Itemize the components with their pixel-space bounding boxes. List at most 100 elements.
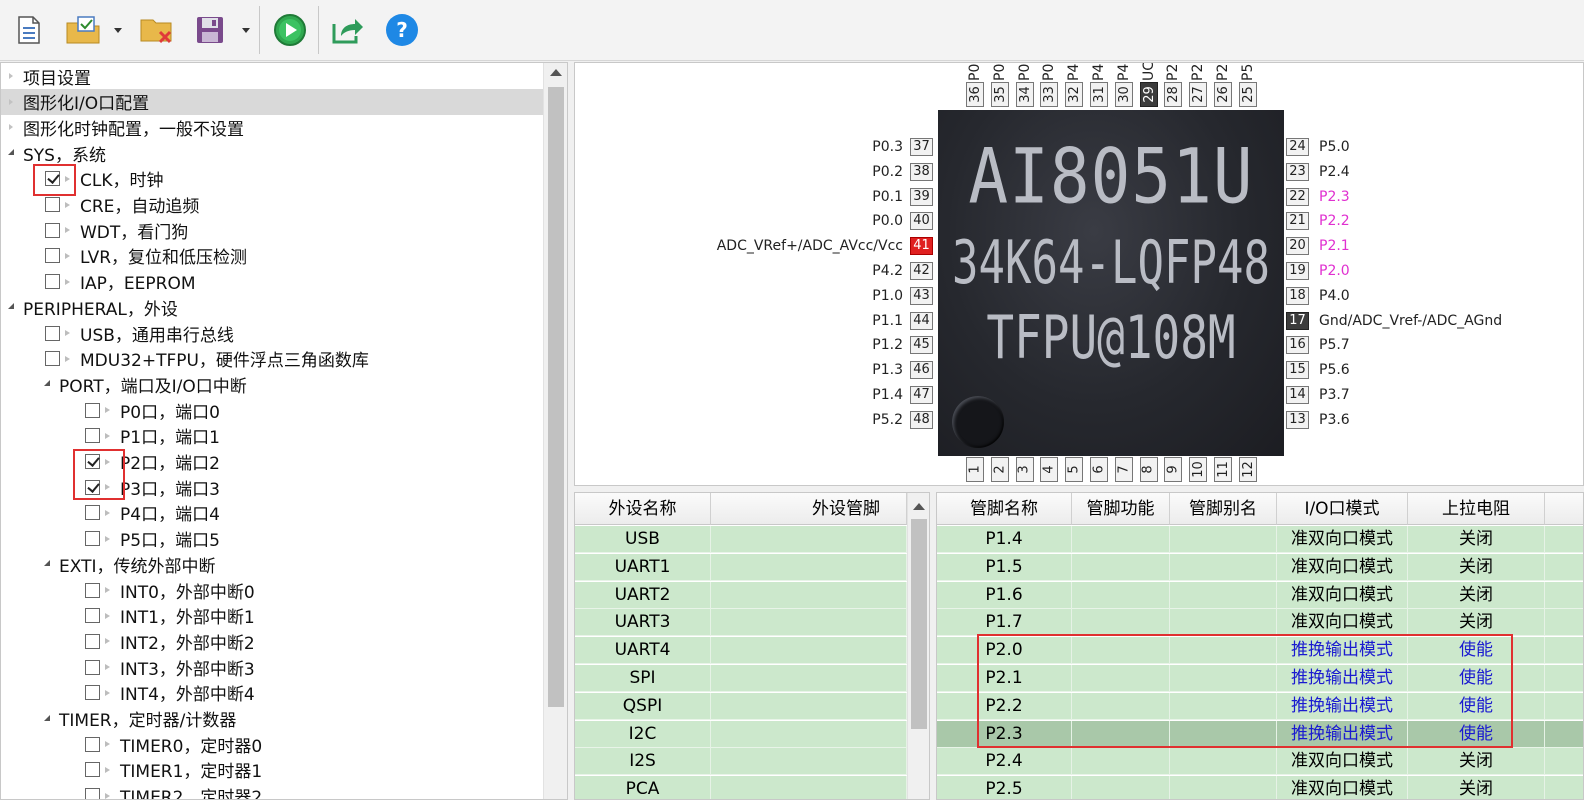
pin-number[interactable]: 17 bbox=[1286, 311, 1309, 330]
table-row[interactable]: SPI bbox=[575, 665, 907, 692]
scroll-up-icon[interactable] bbox=[913, 503, 925, 510]
pin-number[interactable]: 21 bbox=[1286, 212, 1309, 231]
pin-number[interactable]: 34 bbox=[1015, 82, 1034, 107]
tree-item-checkable[interactable]: LVR，复位和低压检测 bbox=[1, 243, 544, 269]
tree-item-checkable[interactable]: INT3，外部中断3 bbox=[1, 654, 544, 680]
pin-number[interactable]: 18 bbox=[1286, 286, 1309, 305]
collapse-arrow-icon[interactable] bbox=[41, 551, 53, 577]
pin-number[interactable]: 26 bbox=[1214, 82, 1232, 107]
tree-group[interactable]: SYS，系统 bbox=[1, 140, 544, 166]
pin-number[interactable]: 33 bbox=[1040, 82, 1059, 107]
io-mode-cell[interactable]: 准双向口模式 bbox=[1277, 748, 1408, 776]
pullup-cell[interactable]: 关闭 bbox=[1408, 748, 1545, 776]
tree-item-checkable[interactable]: INT2，外部中断2 bbox=[1, 628, 544, 654]
table-row[interactable]: P1.6 准双向口模式 关闭 bbox=[937, 581, 1583, 609]
pin-number[interactable]: 3 bbox=[1015, 457, 1034, 482]
table-row[interactable]: UART1 bbox=[575, 553, 907, 581]
pin-number[interactable]: 4 bbox=[1040, 457, 1059, 482]
pullup-cell[interactable]: 关闭 bbox=[1408, 776, 1545, 799]
table-row[interactable]: P2.4 准双向口模式 关闭 bbox=[937, 748, 1583, 776]
pin-number[interactable]: 39 bbox=[910, 187, 933, 206]
pin-number[interactable]: 38 bbox=[910, 162, 933, 181]
pin-number[interactable]: 31 bbox=[1090, 82, 1108, 107]
tree-group[interactable]: PERIPHERAL，外设 bbox=[1, 294, 544, 320]
pin-number[interactable]: 43 bbox=[910, 286, 933, 305]
tree-item-checkable[interactable]: P1口，端口1 bbox=[1, 423, 544, 449]
table-row[interactable]: PCA bbox=[575, 776, 907, 799]
column-header[interactable]: 管脚别名 bbox=[1170, 493, 1277, 525]
tree-item-checkable[interactable]: INT0，外部中断0 bbox=[1, 577, 544, 603]
pin-number[interactable]: 19 bbox=[1286, 262, 1309, 280]
tree-item-checkable[interactable]: CRE，自动追频 bbox=[1, 192, 544, 218]
pin-number[interactable]: 30 bbox=[1114, 82, 1133, 107]
pin-number[interactable]: 37 bbox=[910, 138, 933, 156]
pin-number[interactable]: 20 bbox=[1286, 237, 1309, 256]
tree-item[interactable]: 图形化I/O口配置 bbox=[1, 88, 544, 115]
pin-number[interactable]: 5 bbox=[1065, 457, 1084, 482]
tree-item[interactable]: 图形化时钟配置，一般不设置 bbox=[1, 114, 544, 140]
pin-number[interactable]: 23 bbox=[1286, 162, 1309, 181]
table-row[interactable]: USB bbox=[575, 526, 907, 553]
pin-number[interactable]: 7 bbox=[1114, 457, 1133, 482]
table-row[interactable]: UART3 bbox=[575, 609, 907, 637]
tree-checkbox[interactable] bbox=[85, 428, 100, 444]
table-row[interactable]: UART4 bbox=[575, 637, 907, 665]
new-file-button[interactable] bbox=[9, 10, 49, 50]
scroll-up-icon[interactable] bbox=[550, 69, 562, 76]
tree-item-checkable[interactable]: TIMER2，定时器2 bbox=[1, 783, 544, 799]
column-header[interactable]: 上拉电阻 bbox=[1408, 493, 1545, 525]
pin-number[interactable]: 15 bbox=[1286, 361, 1309, 380]
pullup-cell[interactable]: 关闭 bbox=[1408, 526, 1545, 553]
column-header[interactable]: I/O口模式 bbox=[1277, 493, 1408, 525]
pin-number[interactable]: 47 bbox=[910, 386, 933, 404]
tree-group[interactable]: TIMER，定时器/计数器 bbox=[1, 706, 544, 732]
tree-checkbox[interactable] bbox=[85, 659, 100, 675]
tree-checkbox[interactable] bbox=[85, 531, 100, 547]
pin-number[interactable]: 40 bbox=[910, 212, 933, 231]
pin-number[interactable]: 42 bbox=[910, 262, 933, 280]
tree-item-checkable[interactable]: USB，通用串行总线 bbox=[1, 320, 544, 346]
pin-number[interactable]: 22 bbox=[1286, 187, 1309, 206]
tree-item-checkable[interactable]: IAP，EEPROM bbox=[1, 269, 544, 295]
tree-checkbox[interactable] bbox=[85, 633, 100, 649]
table-row[interactable]: QSPI bbox=[575, 692, 907, 720]
tree-checkbox[interactable] bbox=[85, 762, 100, 778]
pin-number[interactable]: 2 bbox=[990, 457, 1009, 482]
pin-number[interactable]: 27 bbox=[1189, 82, 1208, 107]
pin-number[interactable]: 35 bbox=[990, 82, 1009, 107]
tree-checkbox[interactable] bbox=[85, 402, 100, 418]
tree-checkbox[interactable] bbox=[45, 274, 60, 290]
tree-item-checkable[interactable]: INT4，外部中断4 bbox=[1, 680, 544, 706]
open-dropdown-icon[interactable] bbox=[113, 26, 123, 34]
save-button[interactable] bbox=[190, 10, 230, 50]
table-row[interactable]: P2.5 准双向口模式 关闭 bbox=[937, 776, 1583, 799]
column-header[interactable]: 管脚功能 bbox=[1072, 493, 1170, 525]
pin-number[interactable]: 41 bbox=[910, 237, 933, 256]
tree-checkbox[interactable] bbox=[45, 197, 60, 212]
tree-item-checkable[interactable]: P4口，端口4 bbox=[1, 500, 544, 526]
tree-group[interactable]: EXTI，传统外部中断 bbox=[1, 551, 544, 577]
tree-item-checkable[interactable]: P5口，端口5 bbox=[1, 526, 544, 552]
table-row[interactable]: P1.7 准双向口模式 关闭 bbox=[937, 609, 1583, 637]
collapse-arrow-icon[interactable] bbox=[41, 371, 53, 397]
tree-checkbox[interactable] bbox=[45, 325, 60, 341]
tree-checkbox[interactable] bbox=[85, 608, 100, 624]
help-button[interactable]: ? bbox=[382, 10, 422, 50]
io-mode-cell[interactable]: 准双向口模式 bbox=[1277, 581, 1408, 609]
tree-checkbox[interactable] bbox=[45, 351, 60, 367]
pin-number[interactable]: 36 bbox=[966, 82, 984, 107]
pin-number[interactable]: 9 bbox=[1164, 457, 1183, 482]
pin-number[interactable]: 14 bbox=[1286, 386, 1309, 404]
io-mode-cell[interactable]: 准双向口模式 bbox=[1277, 526, 1408, 553]
run-button[interactable] bbox=[270, 10, 310, 50]
tree-item-checkable[interactable]: P0口，端口0 bbox=[1, 397, 544, 423]
io-mode-cell[interactable]: 准双向口模式 bbox=[1277, 553, 1408, 581]
tree-item-checkable[interactable]: CLK，时钟 bbox=[1, 166, 544, 192]
tree-group[interactable]: PORT，端口及I/O口中断 bbox=[1, 371, 544, 397]
column-header[interactable]: 外设名称 bbox=[575, 493, 711, 525]
pin-number[interactable]: 28 bbox=[1164, 82, 1183, 107]
tree-item-checkable[interactable]: MDU32+TFPU，硬件浮点三角函数库 bbox=[1, 346, 544, 372]
pin-number[interactable]: 13 bbox=[1286, 410, 1309, 429]
tree-item-checkable[interactable]: WDT，看门狗 bbox=[1, 217, 544, 243]
pin-number[interactable]: 1 bbox=[966, 457, 984, 482]
